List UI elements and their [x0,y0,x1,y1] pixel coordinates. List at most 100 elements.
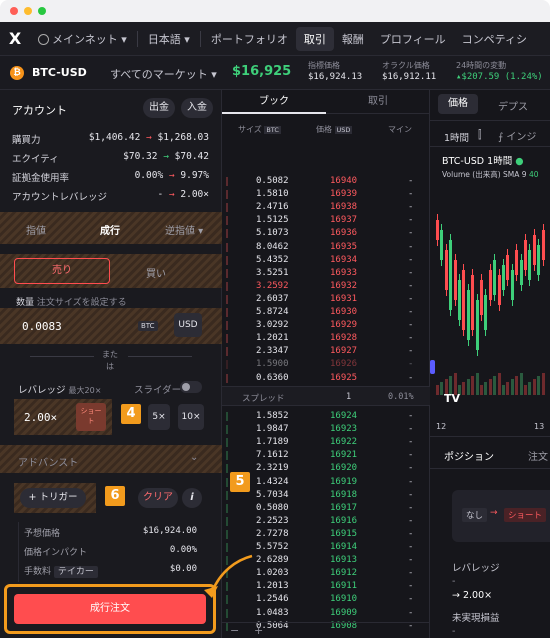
buy-button[interactable]: 買い [146,265,166,280]
spread-value: 1 [346,392,352,402]
zoom-out-button[interactable]: − [230,624,239,637]
order-mine: - [408,346,414,357]
leverage-10x-button[interactable]: 10× [178,404,204,430]
bid-row[interactable]: 1.9847 16923 - [222,423,430,436]
tab-positions[interactable]: ポジション [444,448,494,463]
ask-row[interactable]: 3.5251 16933 - [222,267,430,280]
tab-book[interactable]: ブック [222,90,326,114]
ask-row[interactable]: 5.1073 16936 - [222,227,430,240]
candlestick-area[interactable] [430,180,550,420]
bid-row[interactable]: 7.1612 16921 - [222,449,430,462]
tab-price-chart[interactable]: 価格 [438,94,478,114]
tab-depth-chart[interactable]: デプス [498,98,528,113]
bid-row[interactable]: 5.7034 16918 - [222,489,430,502]
ask-row[interactable]: 0.5082 16940 - [222,175,430,188]
withdraw-button[interactable]: 出金 [143,98,175,118]
maximize-window-icon[interactable] [38,7,46,15]
nav-portfolio[interactable]: ポートフォリオ [203,31,296,47]
tab-market[interactable]: 成行 [100,222,120,237]
tab-stop[interactable]: 逆指値 ▾ [165,222,203,237]
nav-trade[interactable]: 取引 [295,26,334,51]
ask-row[interactable]: 3.2592 16932 - [222,280,430,293]
order-price: 16911 [330,581,358,592]
clear-button[interactable]: クリア [138,488,178,508]
bid-row[interactable]: 1.5852 16924 - [222,410,430,423]
quantity-input[interactable]: 0.0083 [22,320,62,333]
trigger-button[interactable]: + トリガー [20,488,86,508]
order-size: 3.0292 [256,320,289,331]
arrow-right-icon: → [163,151,169,162]
candle-body [497,275,501,305]
arrow-right-icon: → [146,132,152,143]
all-markets-dropdown[interactable]: すべてのマーケット ▾ [110,66,217,82]
app-logo[interactable]: X [0,29,30,48]
order-size: 5.1073 [256,228,289,239]
volume-value: 40 [528,170,539,179]
bid-row[interactable]: 1.0483 16909 - [222,607,430,620]
tab-orders[interactable]: 注文 [528,448,548,463]
ask-row[interactable]: 0.6360 16925 - [222,372,430,385]
order-price: 16936 [330,228,358,239]
position-short-tag: ショート [504,508,547,522]
leverage-input[interactable]: 2.00× [24,411,57,424]
ask-row[interactable]: 5.8724 16930 - [222,306,430,319]
ask-row[interactable]: 1.5125 16937 - [222,214,430,227]
order-price: 16929 [330,320,358,331]
bid-row[interactable]: 1.7189 16922 - [222,436,430,449]
close-window-icon[interactable] [10,7,18,15]
zoom-in-button[interactable]: + [254,624,263,637]
order-price: 16935 [330,241,358,252]
deposit-button[interactable]: 入金 [181,98,213,118]
ask-row[interactable]: 2.6037 16931 - [222,293,430,306]
candle-body [488,270,492,300]
ask-row[interactable]: 2.3347 16927 - [222,345,430,358]
indicators-button[interactable]: ⨍ インジ [498,128,536,143]
nav-competition[interactable]: コンペティシ [454,31,535,47]
bid-row[interactable]: 2.2523 16916 - [222,515,430,528]
order-mine: - [408,307,414,317]
tab-trades[interactable]: 取引 [326,90,430,114]
volume-indicator: Volume (出来高) SMA 9 40 [442,169,538,180]
bid-row[interactable]: 0.5080 16917 - [222,502,430,515]
timeframe-selector[interactable]: 1時間 [444,130,469,144]
market-order-submit-button[interactable]: 成行注文 [14,594,206,624]
minimize-window-icon[interactable] [24,7,32,15]
order-mine: - [408,359,414,370]
ask-row[interactable]: 2.4716 16938 - [222,201,430,214]
unit-btc-toggle[interactable]: BTC [138,321,158,331]
order-price: 16938 [330,202,358,213]
sell-button[interactable]: 売り [14,258,110,284]
order-mine: - [408,424,414,435]
chart-symbol-timeframe: 1時間 [487,156,513,167]
ask-row[interactable]: 1.2021 16928 - [222,332,430,345]
spread-row: スプレッド 1 0.01% [222,386,430,406]
divider-line [128,356,192,357]
network-selector[interactable]: メインネット ▾ [30,31,135,47]
ask-row[interactable]: 1.5900 16926 - [222,358,430,371]
bid-row[interactable]: 1.4324 16919 - [222,476,430,489]
x-axis-tick: 13 [534,422,545,431]
info-icon[interactable]: i [182,488,202,508]
candle-type-icon[interactable]: ⫿ [478,128,482,142]
ask-row[interactable]: 8.0462 16935 - [222,241,430,254]
ask-row[interactable]: 5.4352 16934 - [222,254,430,267]
ask-row[interactable]: 1.5810 16939 - [222,188,430,201]
nav-rewards[interactable]: 報酬 [334,31,372,47]
slider-toggle[interactable] [180,381,202,393]
language-selector[interactable]: 日本語 ▾ [140,31,198,47]
account-row-label: 購買力 [12,135,41,146]
ask-row[interactable]: 3.0292 16929 - [222,319,430,332]
nav-profile[interactable]: プロフィール [372,31,454,47]
bid-row[interactable]: 2.7278 16915 - [222,528,430,541]
volume-bar [515,376,519,395]
summary-label: 価格インパクト [24,548,88,558]
scroll-handle[interactable] [430,360,435,374]
depth-bar [226,373,228,383]
leverage-5x-button[interactable]: 5× [148,404,170,430]
bid-row[interactable]: 2.3219 16920 - [222,462,430,475]
tab-limit[interactable]: 指値 [26,222,46,237]
unit-usd-toggle[interactable]: USD [174,313,202,337]
order-price: 16940 [330,176,358,186]
order-mine: - [408,202,414,213]
summary-label: 予想価格 [24,529,61,539]
